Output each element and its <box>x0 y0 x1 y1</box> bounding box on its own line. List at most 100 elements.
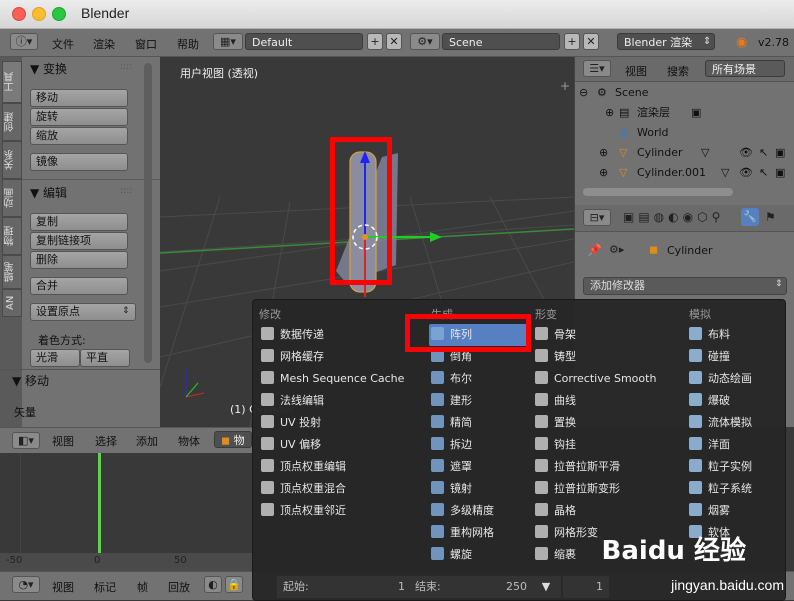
view3d-add-menu[interactable]: 添加 <box>136 433 158 449</box>
modifier-item[interactable]: 顶点权重编辑 <box>259 456 421 478</box>
zoom-window-button[interactable] <box>52 7 66 21</box>
modifier-item[interactable]: 遮罩 <box>429 456 529 478</box>
outliner-h-scrollbar[interactable] <box>583 188 733 196</box>
tab-grease-pencil[interactable]: 蜡笔 <box>2 255 22 289</box>
modifier-item[interactable]: 动态绘画 <box>687 368 794 390</box>
timeline-playback-menu[interactable]: 回放 <box>168 579 190 595</box>
modifier-item[interactable]: 数据传递 <box>259 324 421 346</box>
modifier-item[interactable]: 碰撞 <box>687 346 794 368</box>
timeline-editor-icon[interactable]: ◔▾ <box>12 576 40 593</box>
view3d-select-menu[interactable]: 选择 <box>95 433 117 449</box>
scene-icon[interactable]: ⚙▾ <box>410 33 440 50</box>
delete-scene-icon[interactable]: ✕ <box>583 33 599 50</box>
edit-panel-title[interactable]: ▼ 编辑 <box>30 184 67 201</box>
modifier-item[interactable]: 多级精度 <box>429 500 529 522</box>
modifier-item[interactable]: 粒子实例 <box>687 456 794 478</box>
modifier-item[interactable]: 钩挂 <box>533 434 675 456</box>
modifier-item[interactable]: 拆边 <box>429 434 529 456</box>
outliner-filter-select[interactable]: 所有场景 <box>705 60 785 77</box>
outliner-row-cylinder[interactable]: ⊕ ▽ Cylinder ▽ 👁 ↖ ▣ <box>575 143 787 163</box>
wrench-modifier-icon[interactable]: 🔧 <box>741 208 759 226</box>
modifier-item[interactable]: 骨架 <box>533 324 675 346</box>
modifier-item[interactable]: 顶点权重混合 <box>259 478 421 500</box>
rotate-button[interactable]: 旋转 <box>30 108 128 126</box>
modifier-item[interactable]: 烟雾 <box>687 500 794 522</box>
modifier-item[interactable]: 建形 <box>429 390 529 412</box>
modifier-item[interactable]: 顶点权重邻近 <box>259 500 421 522</box>
tab-animation[interactable]: 动画 <box>2 179 22 217</box>
camera-render-icon[interactable]: ▣ <box>775 163 785 183</box>
outliner-row-world[interactable]: ◍ World <box>575 123 787 143</box>
modifier-item[interactable]: 精简 <box>429 412 529 434</box>
view3d-view-menu[interactable]: 视图 <box>52 433 74 449</box>
eye-icon[interactable]: 👁 <box>739 163 753 183</box>
tab-an[interactable]: AN <box>2 289 22 317</box>
close-window-button[interactable] <box>12 7 26 21</box>
outliner-row-render-layers[interactable]: ⊕ ▤ 渲染层 ▣ <box>575 103 787 123</box>
move-button[interactable]: 移动 <box>30 89 128 107</box>
render-engine-select[interactable]: Blender 渲染 <box>617 33 715 50</box>
modifier-item[interactable]: 洋面 <box>687 434 794 456</box>
current-frame-indicator[interactable] <box>98 453 101 555</box>
delete-button[interactable]: 删除 <box>30 251 128 269</box>
modifier-item[interactable]: Mesh Sequence Cache <box>259 368 421 390</box>
add-layout-icon[interactable]: + <box>367 33 383 50</box>
outliner-search-menu[interactable]: 搜索 <box>667 63 689 79</box>
last-operator-panel-title[interactable]: ▼ 移动 <box>12 372 49 389</box>
modifier-item[interactable]: Corrective Smooth <box>533 368 675 390</box>
timeline-frame-menu[interactable]: 帧 <box>137 579 148 595</box>
modifier-item[interactable]: 镜射 <box>429 478 529 500</box>
editor-type-info-icon[interactable]: ⓘ▾ <box>10 33 38 50</box>
modifier-item[interactable]: 重构网格 <box>429 522 529 544</box>
menu-window[interactable]: 窗口 <box>135 36 157 52</box>
timeline-view-menu[interactable]: 视图 <box>52 579 74 595</box>
drag-handle-icon[interactable]: :::: <box>120 186 132 196</box>
modifier-item[interactable]: 铸型 <box>533 346 675 368</box>
expand-icon[interactable]: ⊕ <box>599 163 608 183</box>
add-scene-icon[interactable]: + <box>564 33 580 50</box>
modifier-item[interactable]: 粒子系统 <box>687 478 794 500</box>
cursor-select-icon[interactable]: ↖ <box>759 163 768 183</box>
add-modifier-select[interactable]: 添加修改器 <box>583 277 787 295</box>
modifier-item[interactable]: UV 偏移 <box>259 434 421 456</box>
expand-icon[interactable]: ⊕ <box>599 143 608 163</box>
camera-render-icon[interactable]: ▣ <box>775 143 785 163</box>
end-frame-field[interactable]: 结束: 250 <box>409 576 535 598</box>
modifier-item[interactable]: 布尔 <box>429 368 529 390</box>
more-tabs-icon[interactable]: ⚑ <box>765 210 776 224</box>
view3d-object-menu[interactable]: 物体 <box>178 433 200 449</box>
modifier-item[interactable]: 拉普拉斯平滑 <box>533 456 675 478</box>
modifier-item[interactable]: 流体模拟 <box>687 412 794 434</box>
start-frame-field[interactable]: 起始: 1 <box>277 576 413 598</box>
modifier-item[interactable]: 法线编辑 <box>259 390 421 412</box>
tab-tools[interactable]: 工具 <box>2 61 22 103</box>
drag-handle-icon[interactable]: :::: <box>120 62 132 72</box>
collapse-icon[interactable]: ⊖ <box>579 83 588 103</box>
modifier-item[interactable]: 置换 <box>533 412 675 434</box>
eye-icon[interactable]: 👁 <box>739 143 753 163</box>
screen-layout-icon[interactable]: ▦▾ <box>213 33 243 50</box>
modifier-item[interactable]: 网格缓存 <box>259 346 421 368</box>
delete-layout-icon[interactable]: ✕ <box>386 33 402 50</box>
expand-icon[interactable]: ⊕ <box>605 103 614 123</box>
cursor-select-icon[interactable]: ↖ <box>759 143 768 163</box>
join-button[interactable]: 合并 <box>30 277 128 295</box>
outliner-row-cylinder-001[interactable]: ⊕ ▽ Cylinder.001 ▽ 👁 ↖ ▣ <box>575 163 787 183</box>
tab-create[interactable]: 创建 <box>2 103 22 141</box>
duplicate-linked-button[interactable]: 复制链接项 <box>30 232 128 250</box>
modifier-item[interactable]: 晶格 <box>533 500 675 522</box>
modifier-item[interactable]: 布料 <box>687 324 794 346</box>
transform-panel-title[interactable]: ▼ 变换 <box>30 60 67 77</box>
duplicate-button[interactable]: 复制 <box>30 213 128 231</box>
modifier-item[interactable]: 拉普拉斯变形 <box>533 478 675 500</box>
current-frame-field[interactable]: 1 <box>563 576 609 598</box>
record-icon[interactable]: ◐ <box>204 576 222 593</box>
view3d-editor-icon[interactable]: ◧▾ <box>12 432 40 449</box>
outliner-editor-icon[interactable]: ☰▾ <box>583 60 611 77</box>
pin-icon[interactable]: 📌 <box>587 243 602 257</box>
tab-physics[interactable]: 物理 <box>2 217 22 255</box>
outliner-row-scene[interactable]: ⊖ ⚙ Scene <box>575 83 787 103</box>
timeline[interactable]: -50 0 50 <box>0 453 252 571</box>
tab-relations[interactable]: 关系 <box>2 141 22 179</box>
menu-file[interactable]: 文件 <box>52 36 74 52</box>
